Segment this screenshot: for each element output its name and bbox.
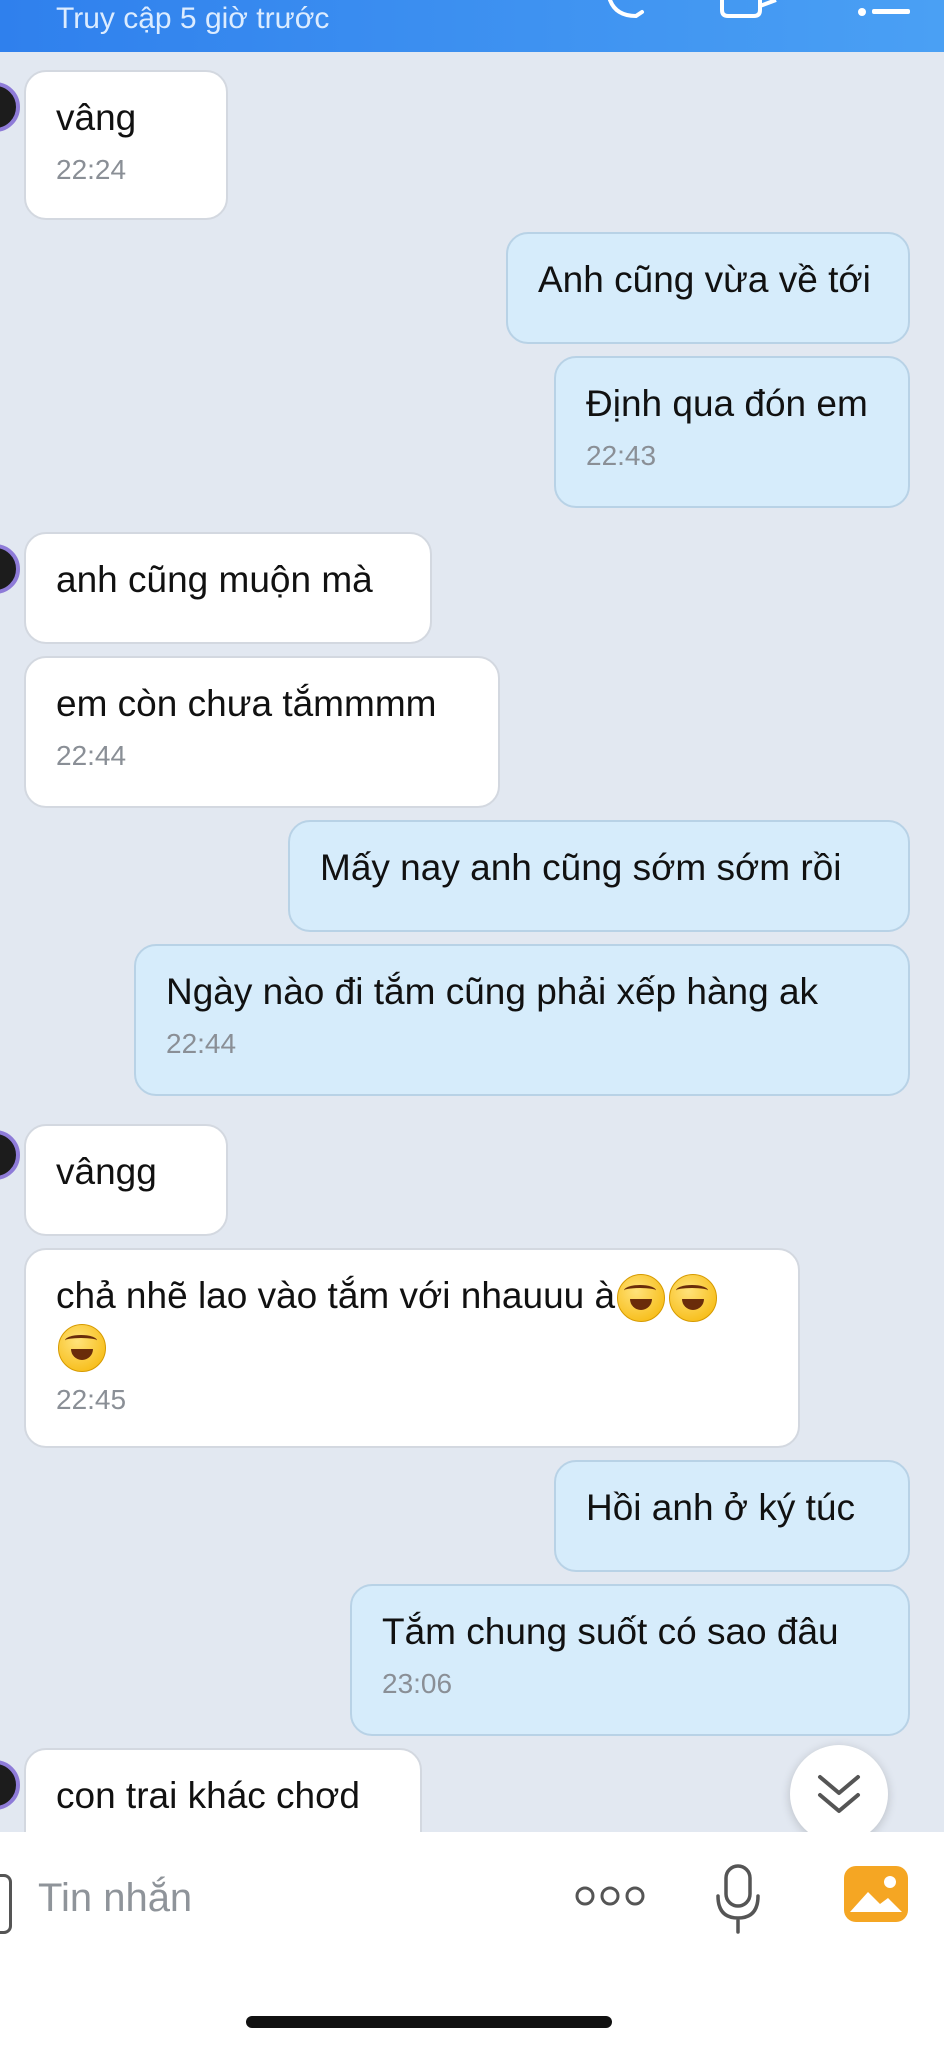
message-bubble-incoming[interactable]: em còn chưa tắmmmm 22:44	[24, 656, 500, 808]
avatar[interactable]	[0, 1130, 20, 1180]
message-bubble-incoming[interactable]: vângg	[24, 1124, 228, 1236]
phone-icon[interactable]	[606, 0, 646, 25]
last-seen-status: Truy cập 5 giờ trước	[56, 2, 330, 35]
rolling-laughing-emoji-icon	[617, 1274, 666, 1323]
chat-header: Truy cập 5 giờ trước	[0, 0, 944, 52]
message-time: 22:43	[586, 440, 657, 471]
message-bubble-outgoing[interactable]: Anh cũng vừa về tới	[506, 232, 910, 344]
message-time: 22:24	[56, 154, 127, 185]
message-time: 22:44	[56, 740, 127, 771]
message-text: con trai khác chơd	[56, 1775, 360, 1816]
message-input[interactable]: Tin nhắn	[38, 1876, 192, 1921]
message-text: Mấy nay anh cũng sớm sớm rồi	[320, 847, 842, 888]
home-indicator	[246, 2016, 612, 2028]
message-text: Anh cũng vừa về tới	[538, 259, 871, 300]
message-text: Tắm chung suốt có sao đâu	[382, 1611, 839, 1652]
message-bubble-outgoing[interactable]: Định qua đón em 22:43	[554, 356, 910, 508]
message-time: 23:06	[382, 1668, 453, 1699]
gallery-icon[interactable]	[842, 1862, 910, 1931]
message-text: chả nhẽ lao vào tắm với nhauuu à	[56, 1275, 616, 1316]
rolling-laughing-emoji-icon	[58, 1324, 106, 1373]
message-text: Ngày nào đi tắm cũng phải xếp hàng ak	[166, 971, 819, 1012]
message-time: 22:45	[56, 1384, 127, 1416]
message-text: anh cũng muộn mà	[56, 559, 373, 600]
message-bubble-outgoing[interactable]: Tắm chung suốt có sao đâu 23:06	[350, 1584, 910, 1736]
video-call-icon[interactable]	[718, 0, 784, 25]
message-list[interactable]: vâng 22:24 Anh cũng vừa về tới Định qua …	[0, 52, 944, 1868]
message-text: vâng	[56, 97, 137, 138]
message-bubble-incoming[interactable]: vâng 22:24	[24, 70, 228, 220]
scroll-to-bottom-button[interactable]	[790, 1745, 888, 1843]
sticker-icon[interactable]	[0, 1874, 12, 1934]
message-bubble-outgoing[interactable]: Hồi anh ở ký túc	[554, 1460, 910, 1572]
more-options-icon[interactable]	[574, 1884, 646, 1913]
avatar[interactable]	[0, 82, 20, 132]
message-text: em còn chưa tắmmmm	[56, 683, 437, 724]
microphone-icon[interactable]	[714, 1862, 762, 1941]
rolling-laughing-emoji-icon	[669, 1274, 718, 1323]
message-bubble-incoming[interactable]: chả nhẽ lao vào tắm với nhauuu à 22:45	[24, 1248, 800, 1448]
message-text: vângg	[56, 1151, 157, 1192]
message-bubble-outgoing[interactable]: Ngày nào đi tắm cũng phải xếp hàng ak 22…	[134, 944, 910, 1096]
message-text: Hồi anh ở ký túc	[586, 1487, 855, 1528]
message-text: Định qua đón em	[586, 383, 868, 424]
menu-icon[interactable]	[858, 0, 914, 25]
message-bubble-incoming[interactable]: anh cũng muộn mà	[24, 532, 432, 644]
avatar[interactable]	[0, 544, 20, 594]
message-input-bar: Tin nhắn	[0, 1832, 944, 2048]
message-time: 22:44	[166, 1028, 237, 1059]
double-chevron-down-icon	[818, 1775, 860, 1813]
avatar[interactable]	[0, 1760, 20, 1810]
message-bubble-outgoing[interactable]: Mấy nay anh cũng sớm sớm rồi	[288, 820, 910, 932]
